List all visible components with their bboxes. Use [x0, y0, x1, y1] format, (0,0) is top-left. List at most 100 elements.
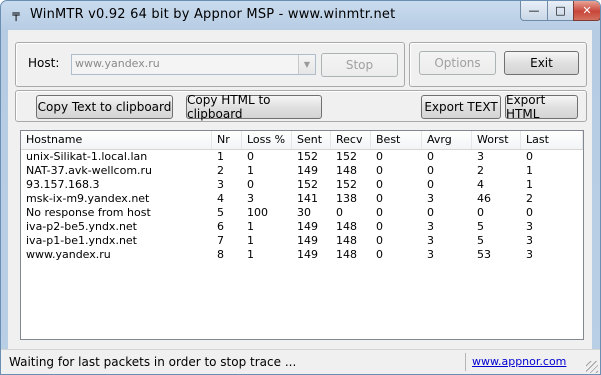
table-cell: 0 [526, 150, 533, 163]
table-cell: 5 [217, 206, 224, 219]
table-cell: 0 [376, 150, 383, 163]
close-button[interactable]: ✕ [573, 1, 600, 21]
table-cell: 0 [376, 178, 383, 191]
table-cell: NAT-37.avk-wellcom.ru [26, 164, 153, 177]
table-cell: 1 [247, 234, 254, 247]
table-cell: 152 [336, 178, 357, 191]
table-cell: 0 [427, 150, 434, 163]
table-cell: 138 [336, 192, 357, 205]
table-cell: 3 [427, 220, 434, 233]
table-cell: 0 [427, 178, 434, 191]
table-cell: 149 [297, 164, 318, 177]
table-cell: 149 [297, 220, 318, 233]
table-cell: 0 [247, 178, 254, 191]
table-cell: 0 [376, 192, 383, 205]
table-row[interactable]: unix-Silikat-1.local.lan 1 0 152 152 0 0 3 0 [21, 150, 583, 164]
table-cell: 0 [247, 150, 254, 163]
table-cell: 6 [217, 220, 224, 233]
chevron-down-icon[interactable]: ▼ [298, 55, 315, 74]
table-cell: 3 [217, 178, 224, 191]
column-header-worst[interactable]: Worst [472, 131, 521, 149]
table-cell: 0 [376, 234, 383, 247]
maximize-icon: □ [555, 4, 566, 17]
export-group: Copy Text to clipboard Copy HTML to clip… [15, 90, 587, 122]
table-cell: 3 [427, 192, 434, 205]
table-cell: 1 [247, 248, 254, 261]
options-button[interactable]: Options [419, 51, 496, 75]
table-row[interactable]: iva-p1-be1.yndx.net 7 1 149 148 0 3 5 3 [21, 234, 583, 248]
table-cell: 152 [297, 178, 318, 191]
table-cell: 4 [217, 192, 224, 205]
table-cell: 0 [376, 164, 383, 177]
table-cell: 0 [376, 220, 383, 233]
table-cell: 3 [247, 192, 254, 205]
table-cell: 1 [247, 164, 254, 177]
status-bar: Waiting for last packets in order to sto… [1, 349, 600, 374]
column-header-recv[interactable]: Recv [331, 131, 371, 149]
table-row[interactable]: iva-p2-be5.yndx.net 6 1 149 148 0 3 5 3 [21, 220, 583, 234]
column-header-avrg[interactable]: Avrg [422, 131, 472, 149]
column-header-sent[interactable]: Sent [292, 131, 331, 149]
table-cell: 3 [526, 234, 533, 247]
table-cell: 100 [247, 206, 268, 219]
table-cell: 7 [217, 234, 224, 247]
table-row[interactable]: No response from host 5 100 30 0 0 0 0 0 [21, 206, 583, 220]
table-cell: 0 [336, 206, 343, 219]
table-cell: 149 [297, 234, 318, 247]
table-cell: 148 [336, 248, 357, 261]
export-text-button[interactable]: Export TEXT [421, 95, 501, 119]
minimize-icon: — [528, 4, 540, 17]
table-row[interactable]: NAT-37.avk-wellcom.ru 2 1 149 148 0 0 2 1 [21, 164, 583, 178]
column-header-hostname[interactable]: Hostname [21, 131, 212, 149]
table-row[interactable]: www.yandex.ru 8 1 149 148 0 3 53 3 [21, 248, 583, 262]
table-cell: 3 [427, 248, 434, 261]
window-title: WinMTR v0.92 64 bit by Appnor MSP - www.… [30, 7, 396, 22]
table-cell: msk-ix-m9.yandex.net [26, 192, 150, 205]
table-cell: 93.157.168.3 [26, 178, 100, 191]
options-group: Options Exit [409, 42, 587, 87]
column-header-last[interactable]: Last [521, 131, 583, 149]
appnor-link[interactable]: www.appnor.com [472, 355, 566, 368]
status-divider [465, 353, 466, 371]
host-combobox[interactable]: www.yandex.ru ▼ [71, 54, 316, 75]
table-header: Hostname Nr Loss % Sent Recv Best Avrg Worst Las… [21, 131, 583, 150]
table-cell: 1 [526, 164, 533, 177]
table-cell: 3 [526, 248, 533, 261]
table-cell: 2 [526, 192, 533, 205]
title-bar[interactable]: ╤ WinMTR v0.92 64 bit by Appnor MSP - ww… [1, 1, 600, 29]
close-icon: ✕ [582, 4, 592, 17]
maximize-button[interactable]: □ [547, 1, 574, 21]
table-cell: 0 [526, 206, 533, 219]
table-cell: 148 [336, 164, 357, 177]
resize-grip-icon[interactable] [586, 361, 598, 373]
table-cell: www.yandex.ru [26, 248, 111, 261]
table-cell: 1 [247, 220, 254, 233]
results-table[interactable]: Hostname Nr Loss % Sent Recv Best Avrg Worst Las… [20, 130, 584, 340]
table-cell: 3 [477, 150, 484, 163]
table-cell: 0 [427, 164, 434, 177]
exit-button[interactable]: Exit [504, 51, 579, 75]
copy-html-button[interactable]: Copy HTML to clipboard [186, 93, 322, 121]
column-header-best[interactable]: Best [371, 131, 422, 149]
table-row[interactable]: msk-ix-m9.yandex.net 4 3 141 138 0 3 46 2 [21, 192, 583, 206]
copy-text-button[interactable]: Copy Text to clipboard [36, 95, 173, 119]
status-text: Waiting for last packets in order to sto… [9, 355, 297, 369]
table-cell: No response from host [26, 206, 151, 219]
table-cell: 5 [477, 220, 484, 233]
export-html-button[interactable]: Export HTML [505, 93, 578, 121]
column-header-nr[interactable]: Nr [212, 131, 242, 149]
table-cell: 46 [477, 192, 491, 205]
table-cell: 3 [427, 234, 434, 247]
column-header-loss[interactable]: Loss % [242, 131, 292, 149]
table-cell: 2 [217, 164, 224, 177]
stop-button[interactable]: Stop [321, 53, 398, 77]
table-cell: 141 [297, 192, 318, 205]
host-label: Host: [28, 56, 60, 70]
table-row[interactable]: 93.157.168.3 3 0 152 152 0 0 4 1 [21, 178, 583, 192]
table-cell: 1 [217, 150, 224, 163]
table-cell: 149 [297, 248, 318, 261]
table-cell: iva-p1-be1.yndx.net [26, 234, 137, 247]
minimize-button[interactable]: — [520, 1, 548, 21]
winmtr-app-icon[interactable]: ╤ [9, 7, 23, 21]
host-value: www.yandex.ru [75, 57, 160, 70]
